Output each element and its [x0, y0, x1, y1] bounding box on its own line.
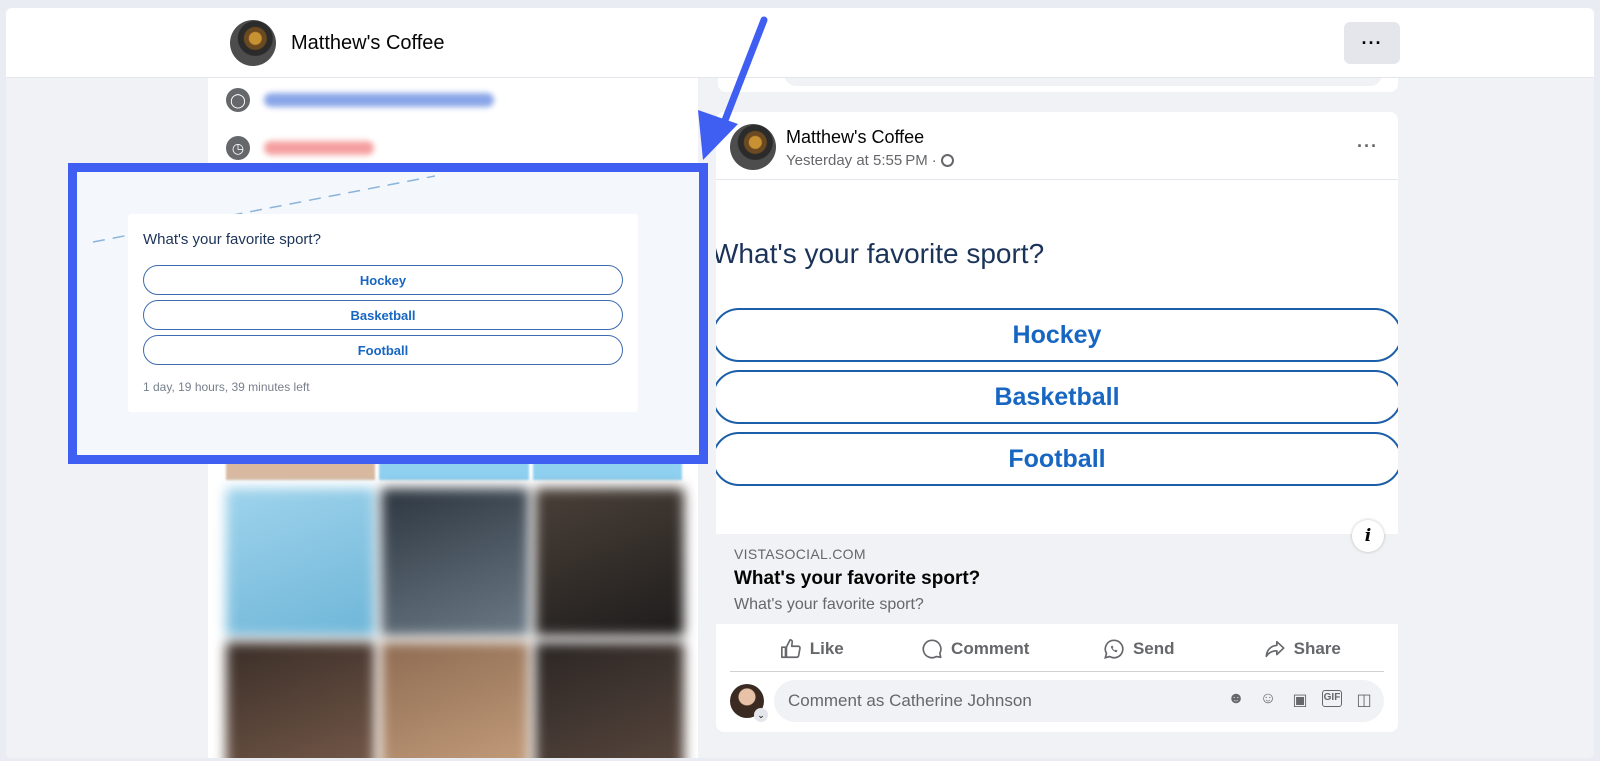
post-meta: Yesterday at 5:55 PM ·	[786, 152, 954, 169]
link-title: What's your favorite sport?	[734, 568, 981, 589]
post-timestamp[interactable]: Yesterday at 5:55 PM	[786, 152, 928, 169]
send-button[interactable]: Send	[1057, 626, 1221, 671]
page-title[interactable]: Matthew's Coffee	[291, 32, 445, 55]
globe-icon: ◯	[226, 88, 250, 112]
commenter-avatar[interactable]: ⌄	[730, 684, 768, 722]
emoji-icon[interactable]: ☺	[1258, 690, 1278, 710]
zoomed-option-basketball[interactable]: Basketball	[143, 300, 623, 330]
more-options-button[interactable]: ···	[1344, 22, 1400, 64]
link-domain: VISTASOCIAL.COM	[734, 546, 866, 562]
poll-option-basketball[interactable]: Basketball	[716, 370, 1398, 424]
comment-placeholder: Comment as Catherine Johnson	[788, 691, 1032, 710]
comment-button[interactable]: Comment	[894, 626, 1058, 671]
gif-icon[interactable]: GIF	[1322, 690, 1342, 707]
share-icon	[1265, 640, 1285, 657]
like-label: Like	[809, 638, 844, 658]
photo-tile[interactable]	[380, 642, 530, 758]
zoomed-option-football[interactable]: Football	[143, 335, 623, 365]
poll-preview-image[interactable]: What's your favorite sport? Hockey Baske…	[716, 182, 1398, 534]
zoomed-poll-question: What's your favorite sport?	[143, 231, 321, 248]
post-header: Matthew's Coffee Yesterday at 5:55 PM · …	[716, 112, 1398, 180]
link-preview[interactable]: VISTASOCIAL.COM What's your favorite spo…	[716, 534, 1398, 624]
share-label: Share	[1293, 638, 1341, 658]
photo-tile[interactable]	[535, 642, 684, 758]
like-button[interactable]: Like	[730, 626, 894, 671]
link-description: What's your favorite sport?	[734, 596, 924, 613]
hours-row: ◷	[226, 136, 374, 160]
blurred-website-link[interactable]	[264, 93, 494, 107]
camera-icon[interactable]: ▣	[1290, 690, 1310, 710]
poll-time-left: 1 day, 19 hours, 39 minutes left	[143, 380, 310, 394]
send-label: Send	[1132, 638, 1175, 658]
poll-option-hockey[interactable]: Hockey	[716, 308, 1398, 362]
messenger-icon	[1104, 638, 1124, 659]
meta-separator: ·	[931, 152, 937, 169]
sticker-icon[interactable]: ◫	[1354, 690, 1374, 710]
comment-tools: ☻ ☺ ▣ GIF ◫	[1226, 690, 1374, 710]
photo-grid	[226, 488, 684, 758]
zoomed-option-hockey[interactable]: Hockey	[143, 265, 623, 295]
thumbs-up-icon	[780, 638, 801, 658]
poll-card-zoomed: What's your favorite sport? Hockey Baske…	[128, 214, 638, 412]
poll-question: What's your favorite sport?	[716, 238, 1045, 269]
website-row: ◯	[226, 88, 494, 112]
public-globe-icon	[940, 154, 954, 167]
blurred-hours-text	[264, 141, 374, 155]
comment-icon	[922, 638, 942, 659]
info-icon[interactable]: i	[1352, 520, 1384, 552]
poll-option-football[interactable]: Football	[716, 432, 1398, 486]
page-avatar[interactable]	[230, 20, 276, 66]
avatar-sticker-icon[interactable]: ☻	[1226, 690, 1246, 710]
comment-input[interactable]: Comment as Catherine Johnson ☻ ☺ ▣ GIF ◫	[774, 680, 1384, 722]
photo-tile[interactable]	[226, 642, 375, 758]
post-card: Matthew's Coffee Yesterday at 5:55 PM · …	[716, 112, 1398, 732]
clock-icon: ◷	[226, 136, 250, 160]
comment-label: Comment	[951, 638, 1030, 658]
photo-tile[interactable]	[226, 488, 375, 636]
comment-composer: ⌄ Comment as Catherine Johnson ☻ ☺ ▣ GIF…	[730, 680, 1384, 724]
poll-zoom-highlight: What's your favorite sport? Hockey Baske…	[68, 163, 708, 464]
post-author-name[interactable]: Matthew's Coffee	[786, 127, 924, 148]
post-more-button[interactable]: ···	[1357, 136, 1378, 157]
photo-tile[interactable]	[535, 488, 684, 636]
post-author-avatar[interactable]	[730, 124, 776, 170]
page-header: Matthew's Coffee ···	[6, 8, 1594, 78]
post-actions-bar: Like Comment Send Share	[730, 626, 1384, 672]
photo-tile[interactable]	[380, 488, 530, 636]
share-button[interactable]: Share	[1221, 626, 1385, 671]
chevron-down-icon[interactable]: ⌄	[754, 708, 768, 722]
